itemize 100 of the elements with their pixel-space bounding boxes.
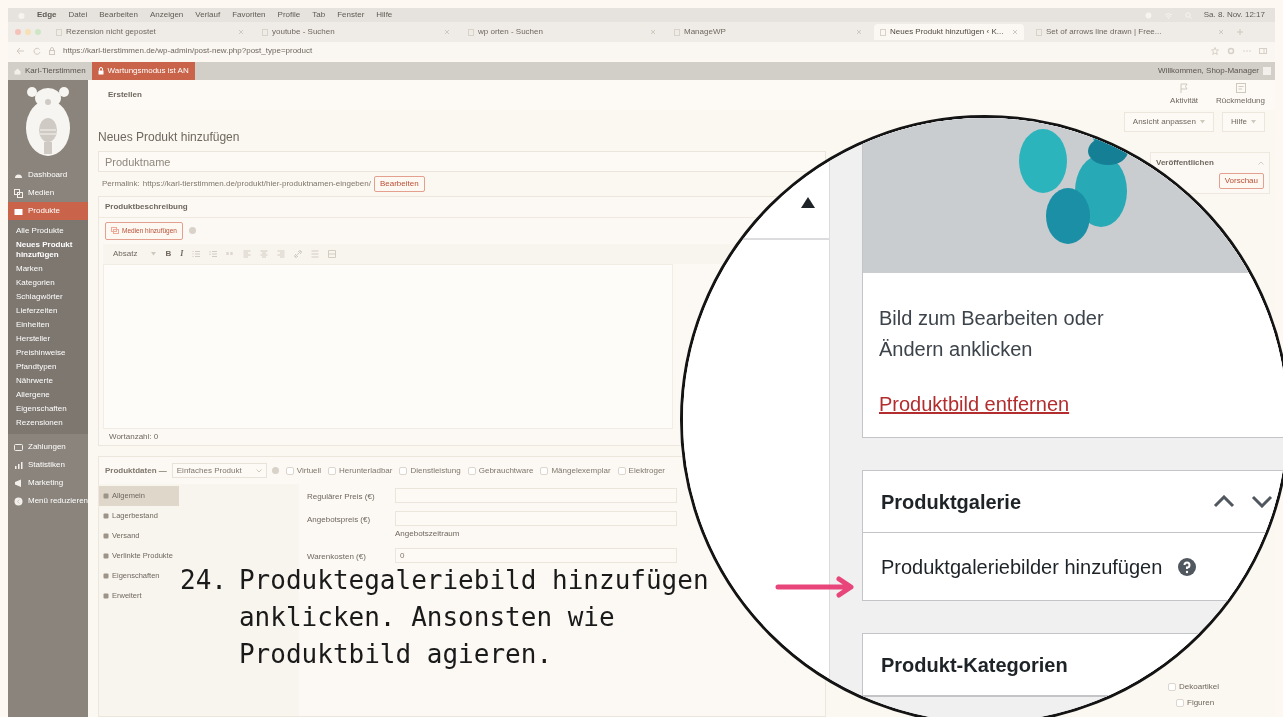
checkbox[interactable] (617, 466, 626, 475)
sidebar-item[interactable]: Statistiken (8, 456, 88, 474)
lock-icon (49, 47, 55, 55)
plus-icon[interactable] (1236, 28, 1244, 36)
url-field[interactable]: https://karl-tierstimmen.de/wp-admin/post-new.php?post_type=product (63, 45, 1203, 57)
input-field[interactable]: 0 (395, 548, 677, 563)
reload-icon[interactable] (33, 47, 41, 55)
numbered-list-icon[interactable] (209, 249, 218, 258)
preview-button[interactable]: Vorschau (1218, 173, 1264, 189)
avatar-icon[interactable] (1263, 67, 1271, 75)
checkbox-label[interactable]: Elektroger (628, 464, 666, 477)
toolbar-toggle-icon[interactable] (328, 249, 337, 258)
close-icon[interactable] (1218, 29, 1224, 35)
edit-permalink-button[interactable]: Bearbeiten (373, 176, 425, 192)
menu-item[interactable]: Edge (37, 9, 57, 21)
menu-item[interactable]: Anzeigen (149, 9, 184, 21)
browser-tab[interactable]: youtube - Suchen (256, 24, 456, 40)
submenu-item[interactable]: Pfandtypen (8, 360, 88, 374)
padlock-icon (97, 67, 104, 75)
product-type-select[interactable]: Einfaches Produkt (171, 463, 267, 478)
header-action[interactable]: Rückmeldung (1216, 83, 1265, 107)
sidebar-item[interactable]: Produkte (8, 202, 88, 220)
submenu-item[interactable]: Preishinweise (8, 346, 88, 360)
schedule-link[interactable]: Angebotszeitraum (395, 528, 460, 540)
sidebar-item[interactable]: Menü reduzieren (8, 492, 88, 510)
menu-item[interactable]: Profile (277, 9, 301, 21)
close-icon[interactable] (1012, 29, 1018, 35)
input-field[interactable] (395, 488, 677, 503)
menu-item[interactable]: Datei (68, 9, 88, 21)
sidebar-item[interactable]: Medien (8, 184, 88, 202)
input-field[interactable] (395, 511, 677, 526)
submenu-item[interactable]: Neues Produkt hinzufügen (8, 238, 88, 262)
sidebar-icon[interactable] (1259, 47, 1267, 55)
category-label[interactable]: Figuren (1187, 697, 1215, 709)
bullet-list-icon[interactable] (192, 249, 201, 258)
browser-tab[interactable]: ManageWP (668, 24, 868, 40)
menu-item[interactable]: Hilfe (376, 9, 393, 21)
checkbox[interactable] (285, 466, 294, 475)
submenu-item[interactable]: Lieferzeiten (8, 304, 88, 318)
checkbox-label[interactable]: Gebrauchtware (478, 464, 534, 477)
close-icon[interactable] (856, 29, 862, 35)
browser-tab[interactable]: Neues Produkt hinzufügen ‹ K... (874, 24, 1024, 40)
sidebar-item[interactable]: Dashboard (8, 166, 88, 184)
checkbox-label[interactable]: Herunterladbar (339, 464, 393, 477)
greeting-link[interactable]: Willkommen, Shop-Manager (1158, 65, 1259, 77)
submenu-item[interactable]: Alle Produkte (8, 224, 88, 238)
browser-tab[interactable]: Rezension nicht gepostet (50, 24, 250, 40)
checkbox-label[interactable]: Virtuell (296, 464, 322, 477)
close-icon[interactable] (650, 29, 656, 35)
submenu-item[interactable]: Allergene (8, 388, 88, 402)
permalink-link[interactable]: https://karl-tierstimmen.de/produkt/hier-produktnamen-eingeben/ (142, 178, 371, 190)
help-icon[interactable] (1178, 557, 1197, 576)
screen-options-button[interactable]: Ansicht anpassen (1123, 112, 1214, 132)
checkbox[interactable] (1168, 683, 1176, 691)
screen-options-button[interactable]: Hilfe (1222, 112, 1265, 132)
submenu-item[interactable]: Hersteller (8, 332, 88, 346)
format-select[interactable]: Absatz (113, 247, 157, 260)
menu-item[interactable]: Verlauf (195, 9, 221, 21)
window-controls-icon[interactable] (14, 28, 44, 36)
submenu-item[interactable]: Eigenschaften (8, 402, 88, 416)
submenu-item[interactable]: Rezensionen (8, 416, 88, 430)
bold-button[interactable]: B (165, 247, 172, 260)
back-arrow-icon[interactable] (16, 47, 25, 55)
chevron-down-icon[interactable] (1251, 495, 1273, 508)
submenu-item[interactable]: Kategorien (8, 276, 88, 290)
triangle-up-icon[interactable] (801, 197, 815, 208)
italic-button[interactable]: I (180, 247, 184, 260)
checkbox-label[interactable]: Mängelexemplar (551, 464, 611, 477)
browser-tab[interactable]: wp orten - Suchen (462, 24, 662, 40)
add-gallery-images-link[interactable]: Produktgaleriebilder hinzufügen (881, 551, 1163, 582)
checkbox[interactable] (328, 466, 337, 475)
menu-item[interactable]: Bearbeiten (99, 9, 138, 21)
menu-item[interactable]: Tab (312, 9, 326, 21)
chevron-up-icon[interactable] (1213, 495, 1235, 508)
site-link[interactable]: Karl-Tierstimmen (8, 65, 92, 77)
checkbox[interactable] (540, 466, 549, 475)
header-action[interactable]: Aktivität (1170, 83, 1199, 107)
panel-title: Produkt-Kategorien (881, 652, 1068, 678)
menu-item[interactable]: Favoriten (232, 9, 266, 21)
sidebar-item[interactable]: Marketing (8, 474, 88, 492)
remove-image-link[interactable]: Produktbild entfernen (879, 389, 1070, 419)
maintenance-badge[interactable]: Wartungsmodus ist AN (91, 62, 195, 80)
checkbox[interactable] (1176, 699, 1184, 707)
checkbox[interactable] (399, 466, 408, 475)
submenu-item[interactable]: Marken (8, 262, 88, 276)
category-label[interactable]: Dekoartikel (1179, 681, 1219, 693)
submenu-item[interactable]: Einheiten (8, 318, 88, 332)
star-icon[interactable] (1211, 47, 1219, 55)
checkbox[interactable] (467, 466, 476, 475)
close-icon[interactable] (238, 29, 244, 35)
submenu-item[interactable]: Nährwerte (8, 374, 88, 388)
field-label: Regulärer Preis (€) (307, 491, 376, 503)
page-title: Neues Produkt hinzufügen (98, 129, 241, 146)
browser-tab[interactable]: Set of arrows line drawn | Free... (1030, 24, 1230, 40)
close-icon[interactable] (444, 29, 450, 35)
product-name-field[interactable]: Produktname (98, 151, 826, 172)
sidebar-item[interactable]: Zahlungen (8, 438, 88, 456)
submenu-item[interactable]: Schlagwörter (8, 290, 88, 304)
menu-item[interactable]: Fenster (337, 9, 365, 21)
checkbox-label[interactable]: Dienstleistung (410, 464, 461, 477)
